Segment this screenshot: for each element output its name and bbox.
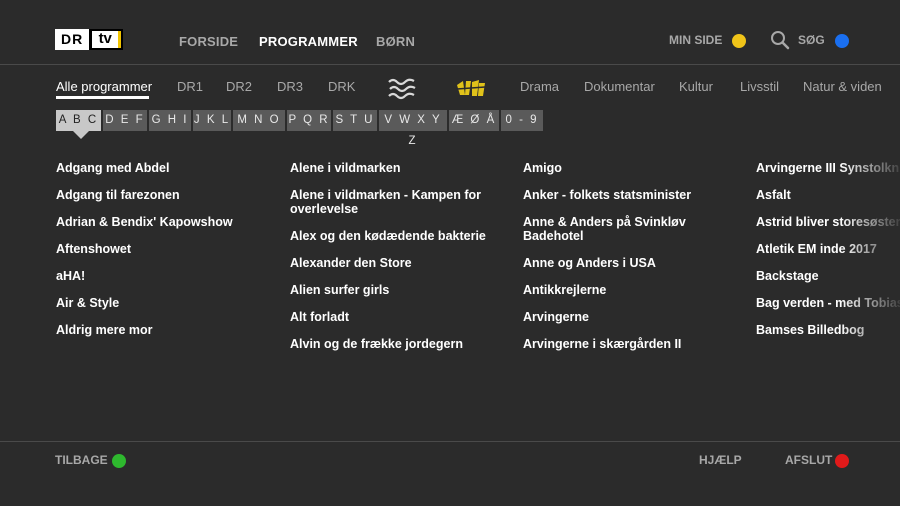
tab-drk[interactable]: DRK <box>328 79 355 94</box>
program-item[interactable]: Backstage <box>756 269 900 283</box>
letter-vwxyz[interactable]: V W X Y Z <box>379 110 447 147</box>
yellow-button-icon <box>732 34 746 48</box>
program-item[interactable]: Alene i vildmarken - Kampen for overleve… <box>290 188 490 216</box>
letter-aeoa[interactable]: Æ Ø Å <box>449 110 499 131</box>
nav-boern[interactable]: BØRN <box>376 34 415 49</box>
exit-label[interactable]: AFSLUT <box>785 453 832 467</box>
program-item[interactable]: Alex og den kødædende bakterie <box>290 229 490 243</box>
tab-dr1[interactable]: DR1 <box>177 79 203 94</box>
program-item[interactable]: Atletik EM inde 2017 <box>756 242 900 256</box>
program-item[interactable]: Alexander den Store <box>290 256 490 270</box>
letter-abc[interactable]: A B C <box>56 110 101 131</box>
letter-mno[interactable]: M N O <box>233 110 285 131</box>
letter-jkl[interactable]: J K L <box>193 110 231 131</box>
search-icon[interactable] <box>770 30 790 50</box>
program-item[interactable]: Alene i vildmarken <box>290 161 490 175</box>
program-item[interactable]: Anne & Anders på Svinkløv Badehotel <box>523 215 723 243</box>
program-item[interactable]: Anne og Anders i USA <box>523 256 723 270</box>
tab-dr3[interactable]: DR3 <box>277 79 303 94</box>
red-button-icon <box>835 454 849 468</box>
selected-letter-indicator <box>73 131 89 139</box>
program-item[interactable]: Alt forladt <box>290 310 490 324</box>
letter-def[interactable]: D E F <box>103 110 147 131</box>
ramasjang-logo[interactable] <box>387 76 417 100</box>
program-column-4: Arvingerne III Synstolkning Asfalt Astri… <box>756 161 900 350</box>
active-tab-underline <box>56 96 149 99</box>
program-item[interactable]: Aldrig mere mor <box>56 323 256 337</box>
tab-kultur[interactable]: Kultur <box>679 79 713 94</box>
nav-forside[interactable]: FORSIDE <box>179 34 238 49</box>
ultra-logo[interactable] <box>455 77 487 99</box>
program-item[interactable]: Anker - folkets statsminister <box>523 188 723 202</box>
green-button-icon <box>112 454 126 468</box>
help-label[interactable]: HJÆLP <box>699 453 742 467</box>
blue-button-icon <box>835 34 849 48</box>
search-label[interactable]: SØG <box>798 33 825 47</box>
min-side-link[interactable]: MIN SIDE <box>669 33 722 47</box>
tab-dr2[interactable]: DR2 <box>226 79 252 94</box>
tab-alle-programmer[interactable]: Alle programmer <box>56 79 152 94</box>
program-item[interactable]: Air & Style <box>56 296 256 310</box>
program-item[interactable]: Arvingerne III Synstolkning <box>756 161 900 175</box>
program-column-2: Alene i vildmarken Alene i vildmarken - … <box>290 161 490 364</box>
logo-dr: DR <box>55 29 90 50</box>
program-item[interactable]: Adgang med Abdel <box>56 161 256 175</box>
nav-programmer[interactable]: PROGRAMMER <box>259 34 358 49</box>
letter-pqr[interactable]: P Q R <box>287 110 331 131</box>
dr-tv-logo: DR tv <box>55 29 124 50</box>
tab-natur-viden[interactable]: Natur & viden <box>803 79 882 94</box>
program-item[interactable]: Arvingerne i skærgården II <box>523 337 723 351</box>
program-column-1: Adgang med Abdel Adgang til farezonen Ad… <box>56 161 256 350</box>
program-item[interactable]: Aftenshowet <box>56 242 256 256</box>
top-bar: DR tv FORSIDE PROGRAMMER BØRN MIN SIDE S… <box>0 0 900 65</box>
program-item[interactable]: Alvin og de frække jordegern <box>290 337 490 351</box>
tab-drama[interactable]: Drama <box>520 79 559 94</box>
back-label[interactable]: TILBAGE <box>55 453 108 467</box>
program-column-3: Amigo Anker - folkets statsminister Anne… <box>523 161 723 364</box>
tab-dokumentar[interactable]: Dokumentar <box>584 79 655 94</box>
program-item[interactable]: Bag verden - med Tobias <box>756 296 900 310</box>
letter-ghi[interactable]: G H I <box>149 110 191 131</box>
program-item[interactable]: Astrid bliver storesøster <box>756 215 900 229</box>
program-item[interactable]: Antikkrejlerne <box>523 283 723 297</box>
tab-livsstil[interactable]: Livsstil <box>740 79 779 94</box>
program-item[interactable]: Amigo <box>523 161 723 175</box>
program-item[interactable]: aHA! <box>56 269 256 283</box>
program-item[interactable]: Asfalt <box>756 188 900 202</box>
letter-0-9[interactable]: 0 - 9 <box>501 110 543 131</box>
program-item[interactable]: Adgang til farezonen <box>56 188 256 202</box>
program-item[interactable]: Arvingerne <box>523 310 723 324</box>
logo-tv: tv <box>89 29 124 50</box>
footer-divider <box>0 441 900 442</box>
program-item[interactable]: Bamses Billedbog <box>756 323 900 337</box>
letter-stu[interactable]: S T U <box>333 110 377 131</box>
program-item[interactable]: Adrian & Bendix' Kapowshow <box>56 215 256 229</box>
program-item[interactable]: Alien surfer girls <box>290 283 490 297</box>
